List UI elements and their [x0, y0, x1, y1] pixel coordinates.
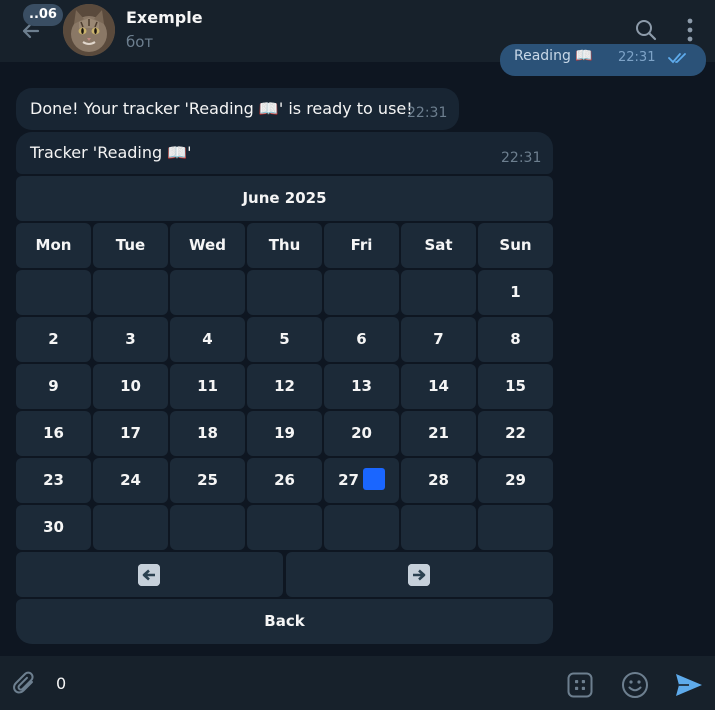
cat-avatar-image	[63, 4, 115, 56]
calendar-day-button[interactable]: 9	[16, 364, 91, 409]
calendar-day-button[interactable]: 12	[247, 364, 322, 409]
weekday-button[interactable]: Tue	[93, 223, 168, 268]
bot-commands-button[interactable]	[566, 671, 594, 699]
avatar[interactable]	[63, 4, 115, 56]
previous-outgoing-message: Reading 📖 22:31	[500, 44, 706, 76]
calendar-day-button[interactable]	[401, 270, 476, 315]
message-composer	[0, 656, 715, 710]
previous-month-button[interactable]	[16, 552, 283, 597]
chat-title[interactable]: Exemple	[126, 8, 203, 27]
search-icon	[636, 20, 657, 41]
message-time: 22:31	[501, 150, 542, 166]
double-check-icon	[668, 53, 686, 64]
previous-message-time: 22:31	[618, 50, 656, 65]
paperclip-icon	[13, 671, 34, 694]
message-text: Tracker 'Reading 📖'	[30, 143, 192, 162]
calendar-day-button[interactable]: 17	[93, 411, 168, 456]
calendar-day-button[interactable]	[247, 270, 322, 315]
send-button[interactable]	[674, 671, 704, 699]
message-input[interactable]	[56, 670, 536, 696]
calendar-day-button[interactable]	[401, 505, 476, 550]
emoji-icon	[622, 672, 648, 698]
weekday-button[interactable]: Sun	[478, 223, 553, 268]
attach-button[interactable]	[12, 670, 40, 698]
calendar-day-button[interactable]	[93, 270, 168, 315]
calendar-day-button[interactable]	[170, 270, 245, 315]
calendar-day-button[interactable]: 13	[324, 364, 399, 409]
emoji-button[interactable]	[620, 670, 650, 700]
next-month-button[interactable]	[286, 552, 553, 597]
calendar-day-button[interactable]	[170, 505, 245, 550]
calendar-day-button[interactable]	[247, 505, 322, 550]
calendar-day-button[interactable]: 23	[16, 458, 91, 503]
weekday-button[interactable]: Mon	[16, 223, 91, 268]
message-bubble: Done! Your tracker 'Reading 📖' is ready …	[16, 88, 459, 130]
calendar-day-button[interactable]: 15	[478, 364, 553, 409]
calendar-day-number: 27	[338, 471, 359, 489]
back-button-keyboard[interactable]: Back	[16, 599, 553, 644]
bot-commands-icon	[567, 672, 593, 698]
calendar-week-row: 16 17 18 19 20 21 22	[16, 411, 553, 456]
calendar-day-button[interactable]: 10	[93, 364, 168, 409]
calendar-week-row: 23 24 25 26 27 28 29	[16, 458, 553, 503]
weekday-button[interactable]: Sat	[401, 223, 476, 268]
calendar-day-button[interactable]	[324, 505, 399, 550]
calendar-day-button[interactable]	[16, 270, 91, 315]
calendar-day-button[interactable]: 16	[16, 411, 91, 456]
calendar-day-button[interactable]: 20	[324, 411, 399, 456]
calendar-day-button[interactable]: 29	[478, 458, 553, 503]
calendar-day-button[interactable]: 2	[16, 317, 91, 362]
calendar-week-row: 30	[16, 505, 553, 550]
send-icon	[676, 674, 702, 696]
calendar-day-button[interactable]: 25	[170, 458, 245, 503]
calendar-day-button[interactable]: 7	[401, 317, 476, 362]
chat-subtitle: бот	[126, 33, 154, 51]
calendar-day-button[interactable]	[478, 505, 553, 550]
calendar-day-button[interactable]: 4	[170, 317, 245, 362]
month-label-button[interactable]: June 2025	[16, 176, 553, 221]
calendar-day-button[interactable]: 1	[478, 270, 553, 315]
calendar-week-row: 2 3 4 5 6 7 8	[16, 317, 553, 362]
calendar-day-button[interactable]: 11	[170, 364, 245, 409]
right-arrow-icon	[408, 564, 430, 586]
weekday-header-row: Mon Tue Wed Thu Fri Sat Sun	[16, 223, 553, 268]
calendar-day-button[interactable]: 6	[324, 317, 399, 362]
search-button[interactable]	[634, 18, 658, 42]
weekday-button[interactable]: Fri	[324, 223, 399, 268]
calendar-day-button[interactable]: 21	[401, 411, 476, 456]
calendar-day-button[interactable]: 22	[478, 411, 553, 456]
calendar-day-button[interactable]	[324, 270, 399, 315]
calendar-week-row: 9 10 11 12 13 14 15	[16, 364, 553, 409]
calendar-day-button[interactable]: 24	[93, 458, 168, 503]
calendar-day-button[interactable]: 8	[478, 317, 553, 362]
calendar-day-button[interactable]: 3	[93, 317, 168, 362]
calendar-day-button[interactable]: 18	[170, 411, 245, 456]
calendar-day-button-marked[interactable]: 27	[324, 458, 399, 503]
calendar-day-button[interactable]: 28	[401, 458, 476, 503]
calendar-day-button[interactable]: 26	[247, 458, 322, 503]
calendar-week-row: 1	[16, 270, 553, 315]
calendar-day-button[interactable]: 19	[247, 411, 322, 456]
weekday-button[interactable]: Wed	[170, 223, 245, 268]
weekday-button[interactable]: Thu	[247, 223, 322, 268]
left-arrow-icon	[138, 564, 160, 586]
calendar-day-button[interactable]: 30	[16, 505, 91, 550]
previous-message-text: Reading 📖	[514, 48, 593, 64]
message-time: 22:31	[407, 105, 448, 121]
more-vertical-icon	[687, 18, 693, 42]
tracker-message-bubble: Tracker 'Reading 📖' 22:31	[16, 132, 553, 174]
unread-count-badge: ..06	[23, 4, 63, 26]
calendar-day-button[interactable]: 5	[247, 317, 322, 362]
message-text: Done! Your tracker 'Reading 📖' is ready …	[30, 99, 413, 118]
more-options-button[interactable]	[680, 16, 700, 44]
calendar-day-button[interactable]: 14	[401, 364, 476, 409]
calendar-day-button[interactable]	[93, 505, 168, 550]
blue-square-icon	[362, 468, 385, 490]
